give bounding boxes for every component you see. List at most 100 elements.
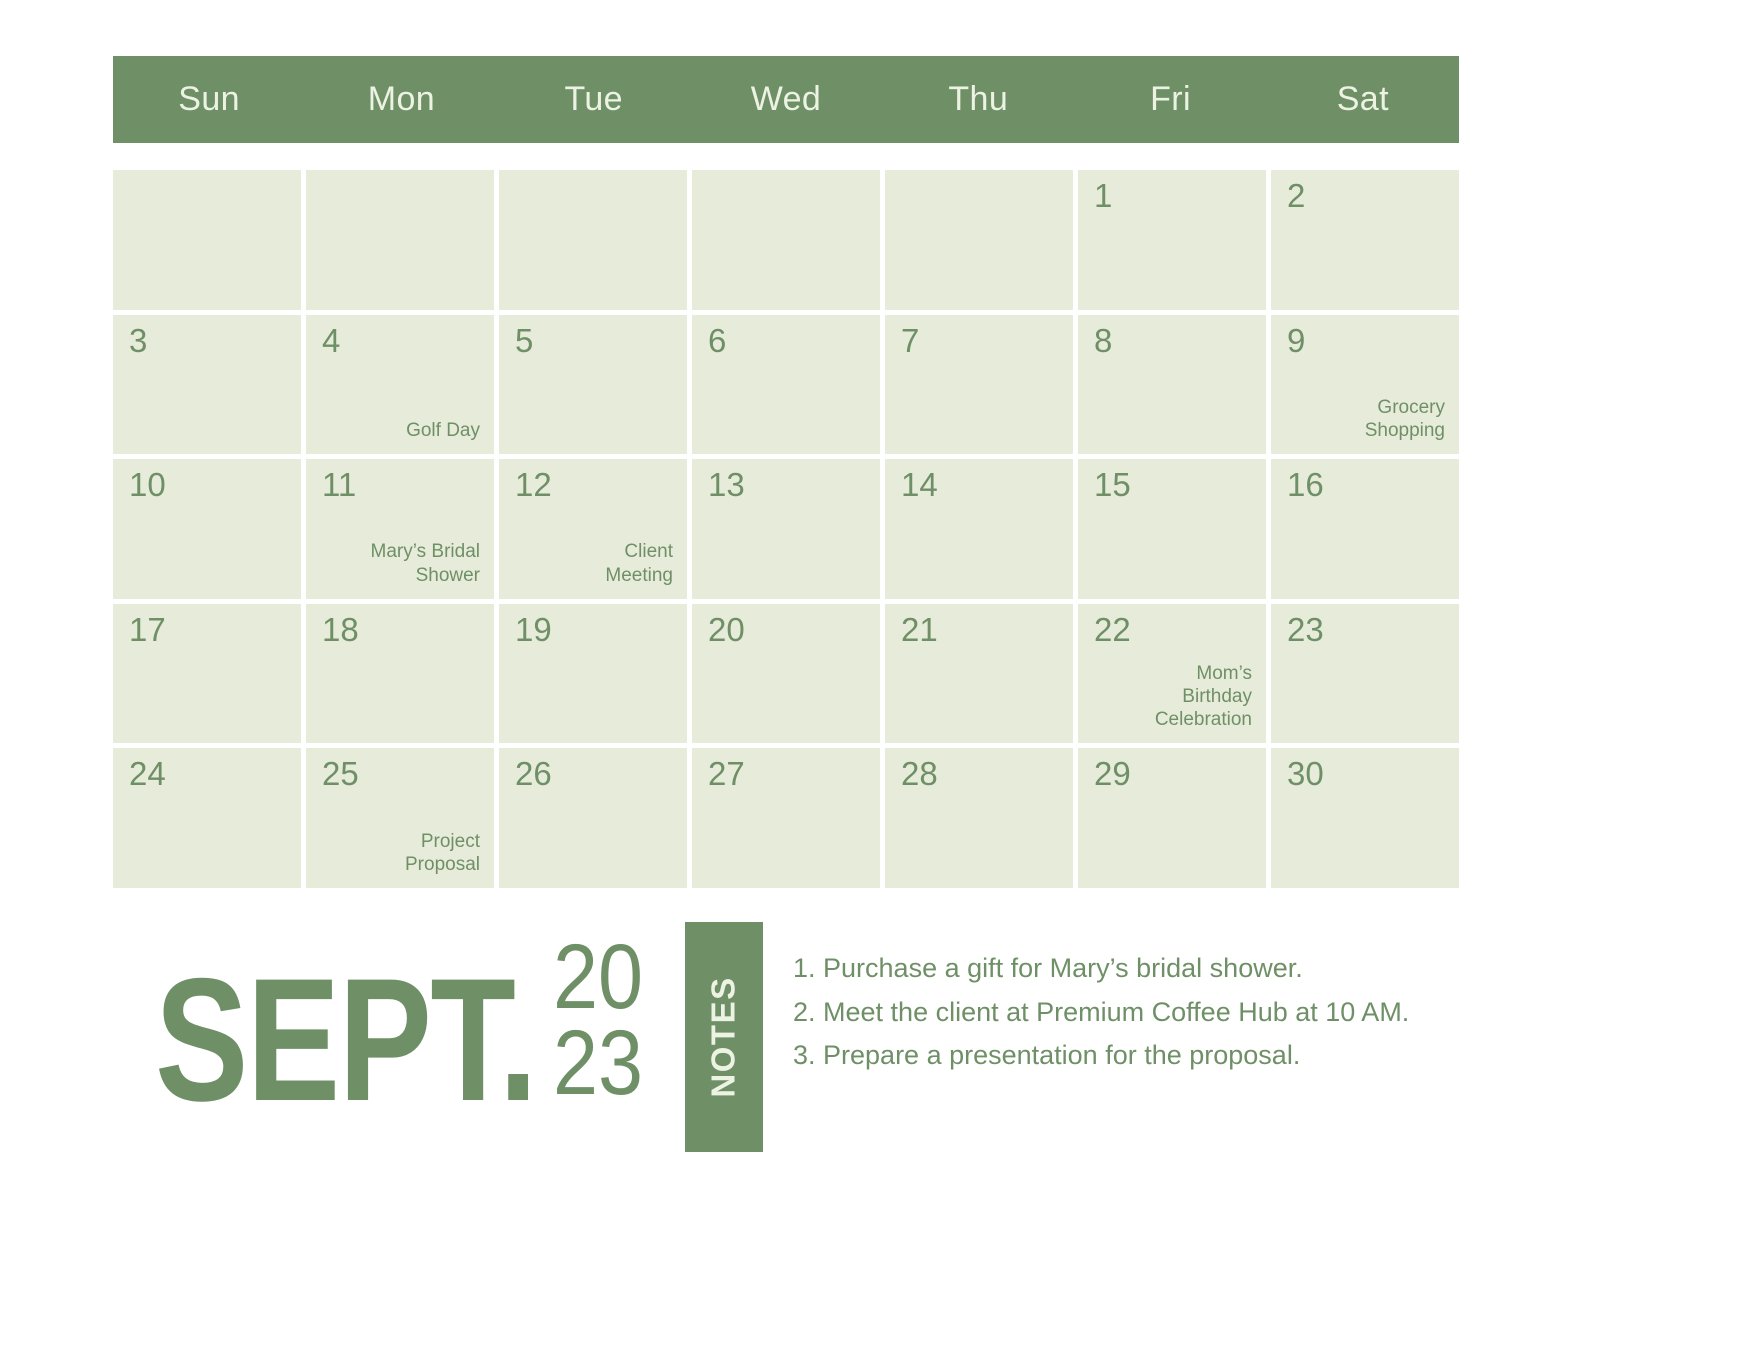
year-label: 20 23 — [553, 926, 644, 1108]
day-event-text — [129, 298, 289, 300]
day-event-text — [901, 298, 1061, 300]
day-cell[interactable]: 11 Mary’s Bridal Shower — [306, 459, 494, 599]
day-cell[interactable]: 5 — [499, 314, 687, 455]
weekday-sun: Sun — [178, 80, 240, 118]
day-cell[interactable]: 7 — [885, 314, 1073, 455]
day-cell[interactable]: 17 — [113, 603, 301, 744]
day-event-text — [1094, 876, 1254, 878]
day-number: 1 — [1094, 177, 1113, 214]
month-year-block: SEPT. 20 23 — [155, 926, 656, 1138]
day-event-text — [322, 298, 482, 300]
day-cell[interactable]: 27 — [692, 748, 880, 888]
day-cell[interactable]: 2 — [1271, 170, 1459, 310]
day-event-text — [515, 298, 675, 300]
day-number: 17 — [129, 610, 166, 648]
day-cell[interactable]: 12 Client Meeting — [499, 459, 687, 599]
day-number: 23 — [1287, 610, 1324, 648]
day-number: 27 — [708, 755, 745, 793]
day-event-text: Grocery Shopping — [1364, 396, 1445, 442]
day-event-text: Mary’s Bridal Shower — [370, 541, 480, 586]
day-number: 7 — [901, 321, 920, 359]
day-number: 10 — [129, 466, 166, 504]
day-number: 5 — [515, 321, 534, 359]
day-event-text — [515, 731, 675, 733]
day-cell[interactable]: 22 Mom’s Birthday Celebration — [1078, 603, 1266, 744]
day-cell[interactable]: 24 — [113, 748, 301, 888]
day-cell-empty[interactable] — [692, 170, 880, 310]
calendar-grid: 1 2 3 4 Golf Day 5 6 7 8 9 Grocery Shopping 10 11 Mar… — [113, 170, 1459, 888]
day-cell[interactable]: 8 — [1078, 314, 1266, 455]
weekday-mon: Mon — [367, 80, 436, 118]
year-line-1: 20 — [553, 926, 644, 1028]
day-number: 24 — [129, 755, 166, 793]
day-cell[interactable]: 19 — [499, 603, 687, 744]
note-item: 3. Prepare a presentation for the propos… — [793, 1040, 1301, 1071]
day-event-text — [129, 442, 289, 444]
day-cell[interactable]: 28 — [885, 748, 1073, 888]
day-event-text — [1094, 298, 1254, 300]
day-cell[interactable]: 20 — [692, 603, 880, 744]
day-cell-empty[interactable] — [113, 170, 301, 310]
day-cell[interactable]: 25 Project Proposal — [306, 748, 494, 888]
notes-list: 1. Purchase a gift for Mary’s bridal sho… — [793, 947, 1653, 1078]
day-event-text — [515, 442, 675, 444]
day-event-text — [1287, 731, 1447, 733]
day-number: 15 — [1094, 466, 1131, 504]
day-number: 8 — [1094, 321, 1113, 359]
day-event-text — [1287, 587, 1447, 589]
day-cell[interactable]: 15 — [1078, 459, 1266, 599]
notes-tab-label: NOTES — [705, 976, 742, 1098]
day-cell-empty[interactable] — [306, 170, 494, 310]
day-number: 3 — [129, 321, 148, 359]
day-number: 25 — [322, 755, 359, 793]
day-cell[interactable]: 9 Grocery Shopping — [1271, 314, 1459, 455]
weekday-thu: Thu — [948, 80, 1009, 118]
weekday-tue: Tue — [564, 80, 623, 118]
day-number: 30 — [1287, 755, 1324, 793]
day-cell[interactable]: 13 — [692, 459, 880, 599]
day-event-text: Project Proposal — [405, 830, 480, 875]
day-cell[interactable]: 16 — [1271, 459, 1459, 599]
day-event-text — [1287, 876, 1447, 878]
day-cell[interactable]: 6 — [692, 314, 880, 455]
calendar-footer: SEPT. 20 23 NOTES 1. Purchase a gift for… — [0, 905, 1760, 1360]
day-event-text: Mom’s Birthday Celebration — [1154, 662, 1252, 731]
day-cell[interactable]: 21 — [885, 603, 1073, 744]
day-event-text — [901, 587, 1061, 589]
day-cell[interactable]: 10 — [113, 459, 301, 599]
day-cell[interactable]: 18 — [306, 603, 494, 744]
day-cell-empty[interactable] — [885, 170, 1073, 310]
day-cell[interactable]: 26 — [499, 748, 687, 888]
day-number: 19 — [515, 610, 552, 648]
day-event-text — [708, 298, 868, 300]
day-cell[interactable]: 3 — [113, 314, 301, 455]
day-event-text — [708, 587, 868, 589]
day-number: 9 — [1287, 321, 1306, 359]
day-cell[interactable]: 23 — [1271, 603, 1459, 744]
day-event-text — [708, 442, 868, 444]
day-event-text — [901, 731, 1061, 733]
day-cell-empty[interactable] — [499, 170, 687, 310]
day-event-text — [129, 876, 289, 878]
day-event-text — [322, 731, 482, 733]
day-event-text — [1094, 442, 1254, 444]
notes-tab: NOTES — [685, 922, 763, 1152]
day-cell[interactable]: 4 Golf Day — [306, 314, 494, 455]
day-number: 21 — [901, 610, 938, 648]
day-number: 16 — [1287, 466, 1324, 504]
day-number: 12 — [515, 466, 552, 504]
day-number: 29 — [1094, 755, 1131, 793]
day-number: 4 — [322, 321, 341, 359]
note-item: 1. Purchase a gift for Mary’s bridal sho… — [793, 953, 1303, 983]
day-number: 20 — [708, 610, 745, 648]
month-label: SEPT. — [155, 942, 538, 1138]
weekday-fri: Fri — [1150, 80, 1191, 118]
day-number: 6 — [708, 321, 727, 359]
day-event-text — [708, 731, 868, 733]
day-cell[interactable]: 29 — [1078, 748, 1266, 888]
day-event-text — [1287, 298, 1447, 300]
day-cell[interactable]: 30 — [1271, 748, 1459, 888]
day-cell[interactable]: 1 — [1078, 170, 1266, 310]
day-event-text — [515, 876, 675, 878]
day-cell[interactable]: 14 — [885, 459, 1073, 599]
